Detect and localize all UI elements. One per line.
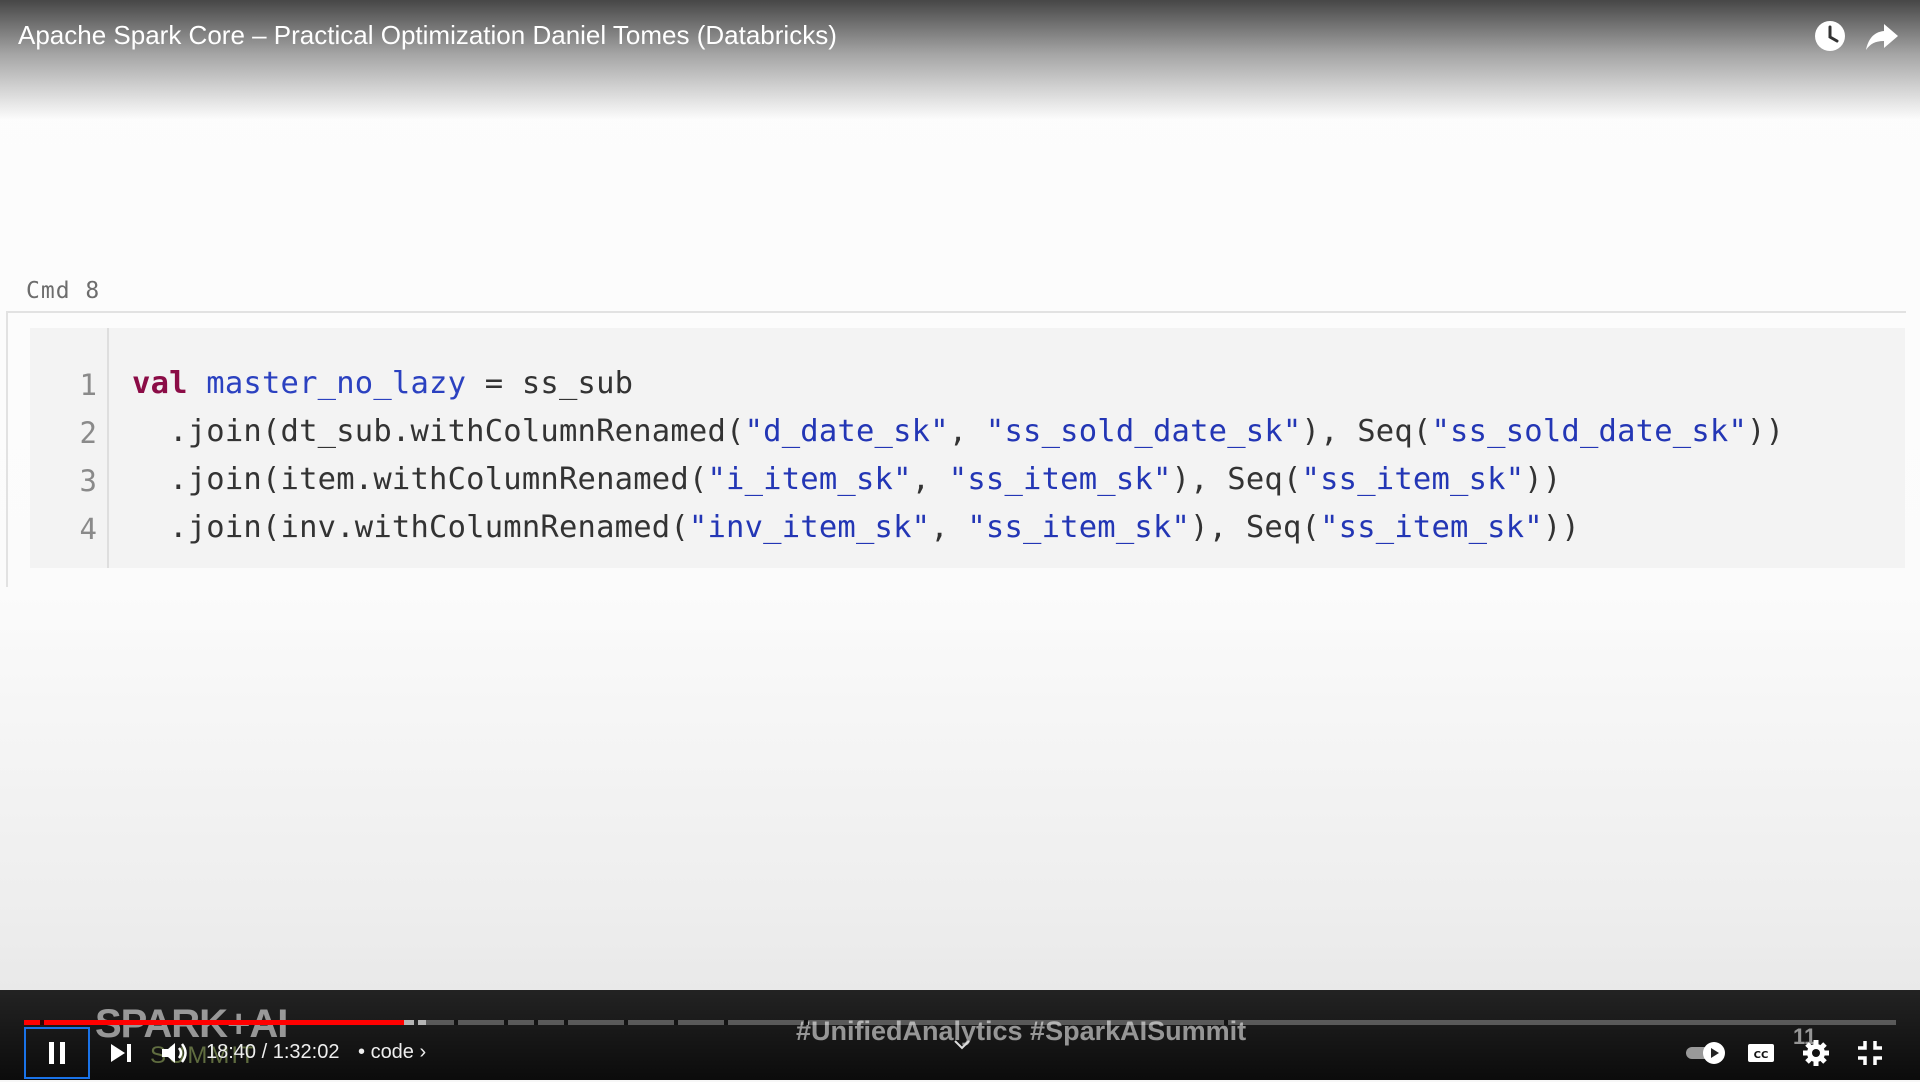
svg-text:CC: CC [1754,1050,1769,1061]
exit-fullscreen-icon [1858,1041,1882,1065]
chapter-marker [724,1020,728,1025]
code-line: .join(item.withColumnRenamed("i_item_sk"… [132,462,1562,497]
volume-icon [162,1043,187,1063]
chapter-marker [40,1020,44,1025]
chapter-marker [564,1020,568,1025]
top-overlay: Apache Spark Core – Practical Optimizati… [0,0,1920,120]
chapter-marker [624,1020,628,1025]
time-display: 18:40 / 1:32:02 [206,1041,340,1063]
pause-icon [49,1042,65,1064]
chapter-marker [674,1020,678,1025]
chapter-marker [414,1020,418,1025]
next-icon [111,1044,131,1062]
line-number: 4 [79,512,97,546]
captions-button[interactable]: CC [1746,1040,1776,1066]
exit-fullscreen-button[interactable] [1854,1037,1886,1069]
settings-button[interactable] [1800,1037,1832,1069]
line-number: 3 [79,464,97,498]
video-frame[interactable]: Cmd 8 1 2 3 4 val master_no_lazy = ss_su… [0,0,1920,1080]
code-line: .join(dt_sub.withColumnRenamed("d_date_s… [132,414,1785,449]
chapter-marker [454,1020,458,1025]
volume-button[interactable] [158,1037,190,1069]
line-number: 1 [79,368,97,402]
chapter-button[interactable]: • code › [358,1041,426,1064]
gear-icon [1803,1040,1829,1066]
cc-icon: CC [1748,1044,1774,1062]
clock-icon[interactable] [1810,16,1850,56]
chevron-down-icon[interactable] [952,1038,972,1052]
cell-left-border [6,311,8,587]
pause-button[interactable] [24,1027,90,1079]
progress-bar[interactable] [24,1020,1896,1025]
cmd-label: Cmd 8 [26,278,101,304]
chapter-marker [534,1020,538,1025]
video-title[interactable]: Apache Spark Core – Practical Optimizati… [18,20,837,51]
autoplay-toggle-icon [1686,1042,1725,1064]
next-button[interactable] [106,1038,136,1068]
autoplay-toggle[interactable] [1684,1039,1728,1067]
chapter-marker [504,1020,508,1025]
code-line: val master_no_lazy = ss_sub [132,366,634,401]
code-line: .join(inv.withColumnRenamed("inv_item_sk… [132,510,1580,545]
cell-divider [6,311,1906,313]
chapter-marker [1224,1020,1228,1025]
progress-played [24,1020,405,1025]
share-icon[interactable] [1862,16,1902,56]
line-number: 2 [79,416,97,450]
chapter-title: code [370,1041,414,1063]
chapter-marker [804,1020,808,1025]
code-cell: 1 2 3 4 val master_no_lazy = ss_sub .joi… [30,328,1905,568]
line-number-gutter: 1 2 3 4 [30,328,109,568]
chevron-right-icon: › [419,1041,427,1063]
